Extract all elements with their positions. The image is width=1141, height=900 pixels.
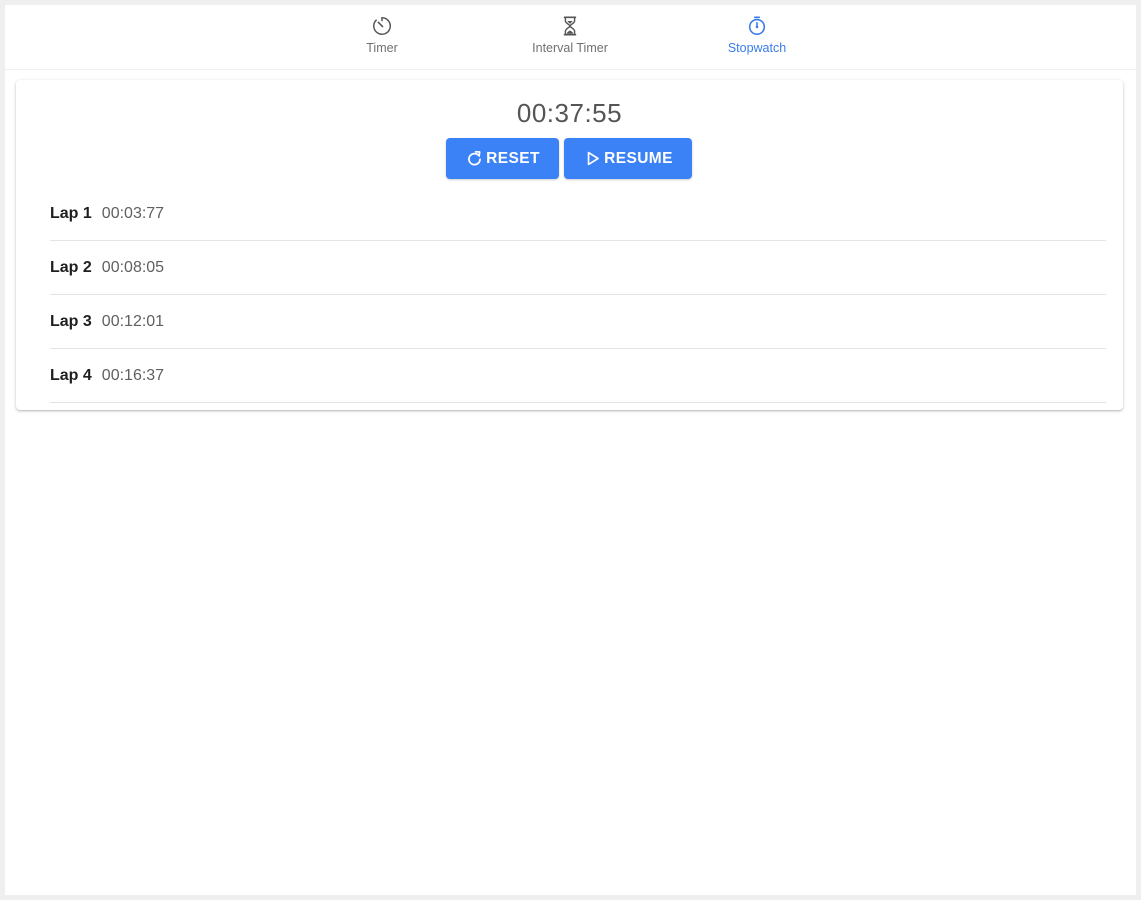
- lap-time: 00:03:77: [101, 205, 165, 222]
- lap-name: Lap 1: [50, 205, 92, 222]
- tab-label: Stopwatch: [727, 41, 787, 55]
- list-item: Lap 1 00:03:77: [50, 188, 1106, 241]
- tab-timer[interactable]: Timer: [307, 5, 457, 69]
- app-window: Timer Interval Timer Stopwatch 00:37:55: [5, 5, 1136, 895]
- stopwatch-card: 00:37:55 RESET RESUME Lap 1 00:03:77 Lap…: [16, 80, 1123, 410]
- lap-time: 00:12:01: [101, 312, 165, 330]
- reset-button[interactable]: RESET: [446, 138, 559, 179]
- elapsed-time-display: 00:37:55: [516, 98, 623, 128]
- lap-name: Lap 2: [50, 258, 92, 276]
- lap-name: Lap 3: [50, 312, 92, 330]
- list-item: Lap 3 00:12:01: [50, 295, 1106, 349]
- play-icon: [587, 151, 600, 166]
- reset-label: RESET: [486, 149, 540, 167]
- lap-time: 00:16:37: [101, 366, 165, 384]
- tab-stopwatch[interactable]: Stopwatch: [682, 5, 832, 69]
- tab-label: Interval Timer: [532, 41, 608, 55]
- resume-label: RESUME: [604, 149, 673, 167]
- lap-list: Lap 1 00:03:77 Lap 2 00:08:05 Lap 3 00:1…: [50, 188, 1106, 403]
- list-item: Lap 2 00:08:05: [50, 241, 1106, 295]
- stopwatch-icon: [748, 16, 766, 36]
- lap-time: 00:08:05: [101, 258, 165, 276]
- timer-icon: [373, 17, 391, 35]
- lap-name: Lap 4: [50, 366, 92, 384]
- tab-label: Timer: [366, 41, 398, 55]
- tab-bar: Timer Interval Timer Stopwatch: [5, 5, 1136, 70]
- tab-interval-timer[interactable]: Interval Timer: [495, 5, 645, 69]
- list-item: Lap 4 00:16:37: [50, 349, 1106, 403]
- resume-button[interactable]: RESUME: [564, 138, 692, 179]
- reset-icon: [468, 150, 482, 166]
- hourglass-icon: [563, 16, 577, 36]
